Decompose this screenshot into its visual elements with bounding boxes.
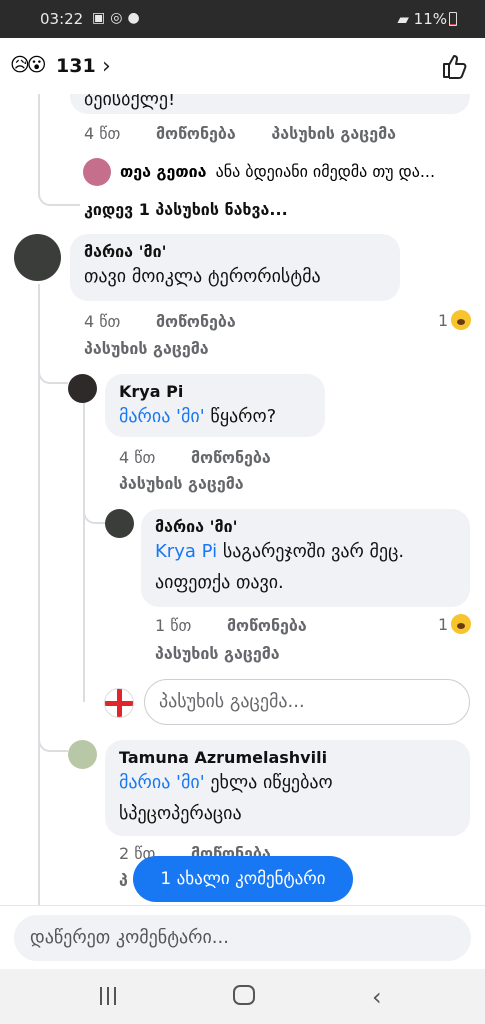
comment-text: ბეისბქლე!	[84, 94, 176, 110]
system-nav-bar: ‹	[0, 969, 485, 1024]
mention-link[interactable]: Krya Pi	[155, 541, 217, 562]
reply-link[interactable]: პ	[119, 871, 128, 890]
comment-actions: 4 წთ მოწონება	[84, 312, 266, 331]
comment-bubble[interactable]: Krya Pi მარია 'მი' წყარო?	[105, 374, 325, 437]
comment-actions: 1 წთ მოწონება	[155, 616, 337, 635]
comment-feed[interactable]: ბეისბქლე! 4 წთ მოწონება პასუხის გაცემა თ…	[0, 94, 485, 905]
comment-time: 1 წთ	[155, 616, 192, 635]
status-battery: ▰ 11%	[397, 10, 447, 28]
reply-input[interactable]: პასუხის გაცემა...	[144, 679, 470, 725]
thread-branch	[83, 494, 107, 524]
avatar[interactable]	[105, 509, 134, 538]
thumbs-up-icon[interactable]	[441, 52, 469, 80]
avatar[interactable]	[83, 158, 111, 186]
reply-link[interactable]: პასუხის გაცემა	[119, 474, 244, 493]
mention-link[interactable]: მარია 'მი'	[119, 406, 205, 427]
comment-time: 4 წთ	[84, 312, 121, 331]
comment-time: 4 წთ	[119, 448, 156, 467]
collapsed-reply[interactable]: თეა გეთია ანა ბდეიანი იმედმა თუ და...	[120, 162, 475, 181]
avatar[interactable]	[68, 740, 97, 769]
comment-text: აიფეთქა თავი.	[155, 572, 284, 593]
comment-bubble[interactable]: Tamuna Azrumelashvili მარია 'მი' ეხლა იწ…	[105, 740, 470, 836]
like-link[interactable]: მოწონება	[191, 448, 271, 467]
status-time: 03:22	[40, 10, 84, 28]
thread-branch	[38, 362, 68, 384]
reply-author: თეა გეთია	[120, 162, 207, 181]
comment-input[interactable]: დაწერეთ კომენტარი...	[14, 915, 471, 961]
avatar[interactable]	[68, 374, 97, 403]
thread-branch	[38, 164, 80, 206]
reaction-summary[interactable]: 1	[438, 310, 472, 330]
notification-icons: ▣◎●	[92, 10, 145, 26]
mention-link[interactable]: მარია 'მი'	[119, 772, 205, 793]
back-icon[interactable]: ‹	[372, 983, 382, 1011]
reply-link[interactable]: პასუხის გაცემა	[84, 339, 209, 358]
comment-text: მარია 'მი' ეხლა იწყებაო	[119, 772, 333, 793]
comment-bubble[interactable]: მარია 'მი' თავი მოიკლა ტერორისტმა	[70, 234, 400, 301]
georgia-flag-avatar	[104, 688, 134, 718]
comment-text: სპეცოპერაცია	[119, 803, 242, 824]
new-comments-button[interactable]: 1 ახალი კომენტარი	[133, 856, 353, 902]
comment-text: თავი მოიკლა ტერორისტმა	[84, 266, 321, 287]
reaction-icons[interactable]: 😥😮	[10, 54, 47, 76]
reactions-header: 😥😮 131 ›	[0, 38, 485, 94]
reply-link[interactable]: პასუხის გაცემა	[271, 124, 396, 143]
reaction-summary[interactable]: 1	[438, 614, 472, 634]
comment-bubble[interactable]: მარია 'მი' Krya Pi საგარეჯოში ვარ მეც. ა…	[141, 509, 470, 607]
comment-author[interactable]: მარია 'მი'	[155, 517, 456, 536]
status-bar: 03:22 ▣◎● ▰ 11%	[0, 0, 485, 38]
comment-composer: დაწერეთ კომენტარი...	[0, 905, 485, 969]
like-link[interactable]: მოწონება	[156, 312, 236, 331]
like-link[interactable]: მოწონება	[156, 124, 236, 143]
reply-link[interactable]: პასუხის გაცემა	[155, 644, 280, 663]
like-link[interactable]: მოწონება	[227, 616, 307, 635]
comment-actions: 4 წთ მოწონება	[119, 448, 301, 467]
chevron-right-icon[interactable]: ›	[102, 54, 111, 79]
home-icon[interactable]	[233, 985, 255, 1005]
battery-icon	[449, 12, 457, 26]
comment-text: მარია 'მი' წყარო?	[119, 406, 277, 427]
avatar[interactable]	[14, 234, 61, 281]
view-more-replies[interactable]: კიდევ 1 პასუხის ნახვა...	[84, 200, 288, 219]
comment-author[interactable]: მარია 'მი'	[84, 242, 386, 261]
haha-face-icon	[451, 310, 472, 330]
thread-line	[83, 402, 85, 702]
wow-face-icon	[451, 614, 472, 634]
comment-author[interactable]: Krya Pi	[119, 382, 311, 401]
comment-text: Krya Pi საგარეჯოში ვარ მეც.	[155, 541, 405, 562]
reaction-count[interactable]: 131	[56, 55, 96, 77]
comment-bubble[interactable]: ბეისბქლე!	[70, 94, 470, 114]
comment-time: 4 წთ	[84, 124, 121, 143]
thread-branch	[38, 724, 68, 752]
reply-preview: ანა ბდეიანი იმედმა თუ და...	[215, 162, 436, 181]
comment-author[interactable]: Tamuna Azrumelashvili	[119, 748, 456, 767]
comment-actions: 4 წთ მოწონება პასუხის გაცემა	[84, 124, 426, 143]
recent-apps-icon[interactable]	[100, 987, 118, 1005]
